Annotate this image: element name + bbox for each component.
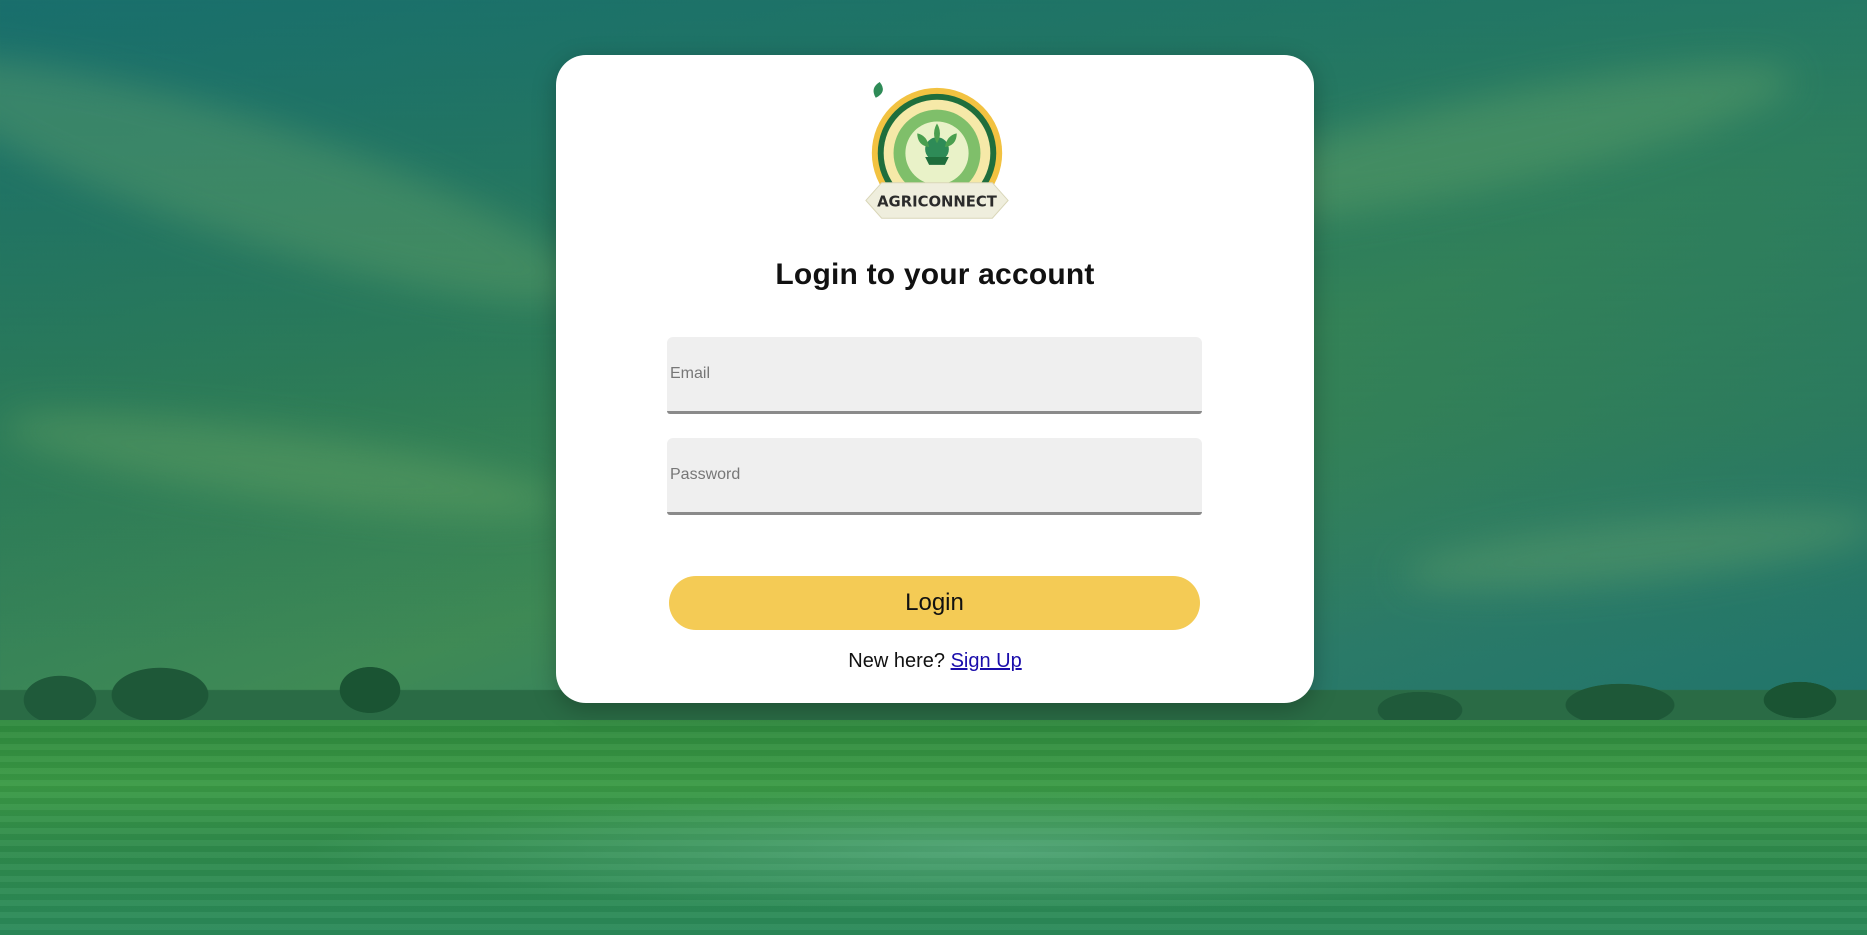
signup-prompt-line: New here? Sign Up [556,650,1314,673]
sky-streak [0,391,563,539]
logo-brand-text: AGRICONNECT [877,193,998,210]
sky-streak [1398,495,1867,605]
page-title: Login to your account [775,258,1095,291]
agriconnect-logo: AGRICONNECT [865,81,1009,219]
password-field[interactable] [667,438,1202,515]
field-glint [300,790,1700,910]
signup-prompt-text: New here? [848,650,945,672]
logo-ribbon: AGRICONNECT [865,182,1009,219]
email-field[interactable] [667,337,1202,414]
sky-streak [0,14,602,346]
login-button[interactable]: Login [669,576,1200,630]
signup-link[interactable]: Sign Up [951,650,1022,672]
